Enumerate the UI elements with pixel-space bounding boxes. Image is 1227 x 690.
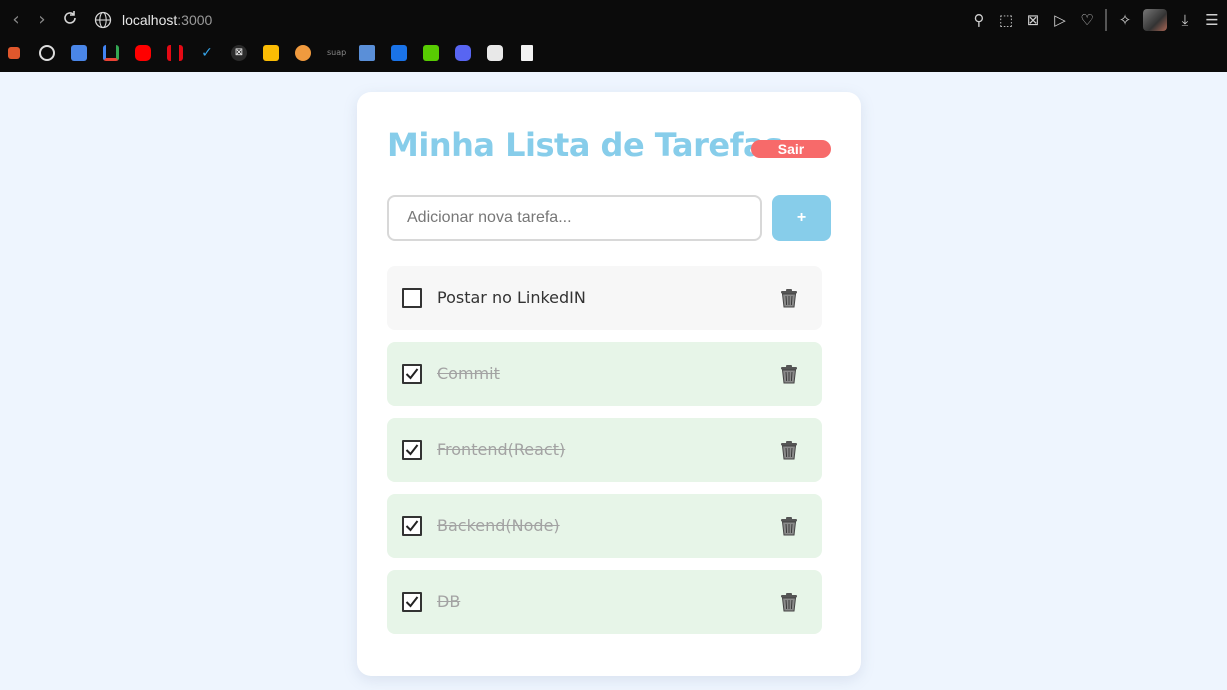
task-label: Commit: [437, 364, 500, 383]
task-item: Commit: [387, 342, 822, 406]
task-checkbox[interactable]: [402, 288, 422, 308]
url-port: :3000: [177, 12, 213, 28]
logout-button[interactable]: Sair: [751, 140, 831, 158]
gmail-icon[interactable]: [103, 45, 119, 61]
address-bar[interactable]: localhost:3000: [122, 11, 212, 29]
trash-icon[interactable]: [778, 363, 800, 385]
openai-icon[interactable]: [39, 45, 55, 61]
discord-icon[interactable]: [455, 45, 471, 61]
trash-icon[interactable]: [778, 439, 800, 461]
reload-icon[interactable]: [60, 10, 80, 30]
task-item: Backend(Node): [387, 494, 822, 558]
add-task-button[interactable]: +: [772, 195, 831, 241]
graduation-icon[interactable]: [359, 45, 375, 61]
task-label: DB: [437, 592, 461, 611]
duolingo-icon[interactable]: [423, 45, 439, 61]
shield-icon[interactable]: ⊠: [1024, 11, 1042, 29]
task-item: DB: [387, 570, 822, 634]
task-label: Backend(Node): [437, 516, 560, 535]
extensions-icon[interactable]: ✧: [1116, 11, 1134, 29]
task-label: Frontend(React): [437, 440, 566, 459]
url-host: localhost: [122, 12, 178, 28]
task-checkbox-checked[interactable]: [402, 516, 422, 536]
task-item: Postar no LinkedIN: [387, 266, 822, 330]
menu-icon[interactable]: ☰: [1203, 11, 1221, 29]
robot-icon[interactable]: [487, 45, 503, 61]
forward-icon[interactable]: ›: [32, 10, 52, 30]
suap-icon[interactable]: suap: [327, 45, 349, 61]
task-checkbox-checked[interactable]: [402, 364, 422, 384]
browser-toolbar: ‹ › localhost:3000 ⚲ ⬚ ⊠ ▷ ♡ ✧ ⤓ ☰: [0, 0, 1227, 40]
task-item: Frontend(React): [387, 418, 822, 482]
task-list: Postar no LinkedIN Commit Frontend(React…: [387, 266, 822, 646]
task-checkbox-checked[interactable]: [402, 592, 422, 612]
orange-app-icon[interactable]: [295, 45, 311, 61]
profile-avatar[interactable]: [1143, 9, 1167, 31]
toolbar-actions: ⚲ ⬚ ⊠ ▷ ♡ ✧ ⤓ ☰: [970, 8, 1221, 32]
check-icon[interactable]: ✓: [199, 45, 215, 61]
browser-chrome: ‹ › localhost:3000 ⚲ ⬚ ⊠ ▷ ♡ ✧ ⤓ ☰ ✓ ⊠ s…: [0, 0, 1227, 72]
page-icon[interactable]: [521, 45, 533, 61]
page-title: Minha Lista de Tarefas: [387, 126, 783, 164]
netflix-icon[interactable]: [167, 45, 183, 61]
screenshot-icon[interactable]: ⬚: [997, 11, 1015, 29]
globe-icon: [94, 11, 112, 29]
download-icon[interactable]: ⤓: [1176, 11, 1194, 29]
trash-icon[interactable]: [778, 287, 800, 309]
trash-icon[interactable]: [778, 591, 800, 613]
bookmarks-bar: ✓ ⊠ suap: [0, 42, 600, 66]
notion-icon[interactable]: ⊠: [231, 45, 247, 61]
heart-icon[interactable]: ♡: [1078, 11, 1096, 29]
google-translate-icon[interactable]: [71, 45, 87, 61]
todo-card: Minha Lista de Tarefas Sair + Postar no …: [357, 92, 861, 676]
contacts-icon[interactable]: [391, 45, 407, 61]
trash-icon[interactable]: [778, 515, 800, 537]
task-label: Postar no LinkedIN: [437, 288, 586, 307]
back-icon[interactable]: ‹: [6, 10, 26, 30]
keep-icon[interactable]: [263, 45, 279, 61]
task-checkbox-checked[interactable]: [402, 440, 422, 460]
pin-icon[interactable]: ⚲: [970, 11, 988, 29]
favicon-orange-icon[interactable]: [8, 47, 20, 59]
youtube-icon[interactable]: [135, 45, 151, 61]
play-icon[interactable]: ▷: [1051, 11, 1069, 29]
toolbar-divider: [1105, 9, 1107, 31]
new-task-input[interactable]: [387, 195, 762, 241]
